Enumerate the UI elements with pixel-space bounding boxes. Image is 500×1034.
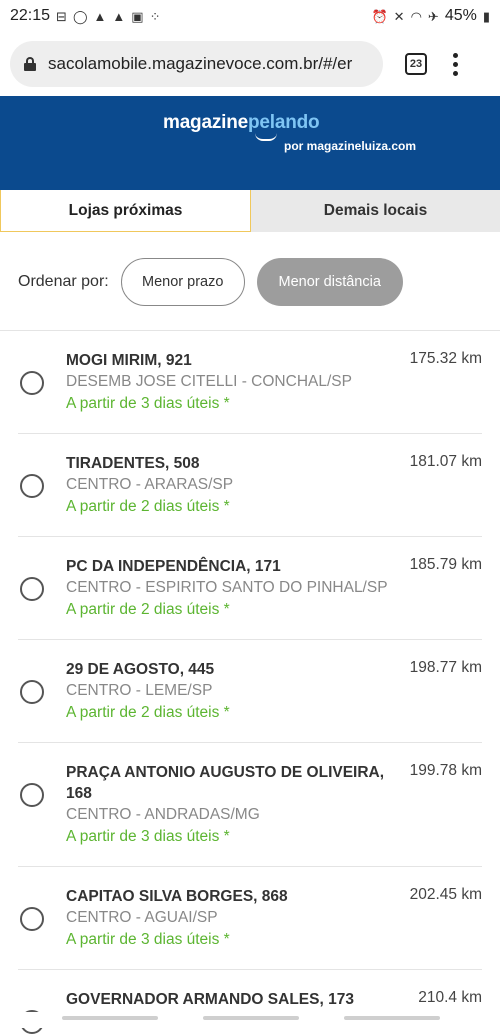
store-delivery: A partir de 3 dias úteis * bbox=[66, 931, 230, 948]
site-header: magazinepelando por magazineluiza.com bbox=[0, 96, 500, 190]
radio-button[interactable] bbox=[20, 783, 44, 807]
store-address: DESEMB JOSE CITELLI - CONCHAL/SP bbox=[66, 373, 352, 390]
radio-button[interactable] bbox=[20, 907, 44, 931]
alarm-icon: ⏰ bbox=[371, 8, 388, 24]
nav-handle-right bbox=[344, 1016, 440, 1020]
status-time: 22:15 bbox=[10, 7, 51, 24]
status-bar: 22:15 ⊟ ◯ ▲ ▲ ▣ ⁘ ⏰ ✕ ◠ ✈ 45% ▮ bbox=[0, 0, 500, 32]
store-name: CAPITAO SILVA BORGES, 868 bbox=[66, 888, 288, 905]
radio-button[interactable] bbox=[20, 680, 44, 704]
whatsapp-icon: ◯ bbox=[72, 8, 88, 24]
store-name: MOGI MIRIM, 921 bbox=[66, 352, 192, 369]
store-address: CENTRO - ANDRADAS/MG bbox=[66, 806, 260, 823]
store-distance: 198.77 km bbox=[409, 659, 482, 676]
list-item[interactable]: PRAÇA ANTONIO AUGUSTO DE OLIVEIRA, 168 C… bbox=[18, 743, 482, 867]
store-distance: 199.78 km bbox=[409, 762, 482, 779]
tab-lojas-proximas[interactable]: Lojas próximas bbox=[0, 190, 251, 232]
tab-switcher-button[interactable]: 23 bbox=[405, 53, 427, 75]
store-distance: 175.32 km bbox=[409, 350, 482, 367]
news-icon: ▣ bbox=[131, 8, 144, 24]
warning-icon: ▲ bbox=[93, 8, 107, 24]
store-address: CENTRO - AGUAI/SP bbox=[66, 909, 218, 926]
list-item[interactable]: PC DA INDEPENDÊNCIA, 171 CENTRO - ESPIRI… bbox=[18, 537, 482, 640]
battery-percent: 45% bbox=[444, 7, 477, 24]
store-distance: 210.4 km bbox=[418, 989, 482, 1006]
browser-toolbar: sacolamobile.magazinevoce.com.br/#/er 23 bbox=[0, 32, 500, 96]
store-distance: 181.07 km bbox=[409, 453, 482, 470]
battery-icon: ▮ bbox=[482, 8, 490, 24]
store-delivery: A partir de 2 dias úteis * bbox=[66, 601, 230, 618]
store-address: CENTRO - LEME/SP bbox=[66, 682, 213, 699]
store-delivery: A partir de 3 dias úteis * bbox=[66, 395, 230, 412]
radio-button[interactable] bbox=[20, 577, 44, 601]
store-address: CENTRO - ARARAS/SP bbox=[66, 476, 234, 493]
sort-menor-distancia-button[interactable]: Menor distância bbox=[256, 258, 403, 306]
nav-handle-left bbox=[62, 1016, 158, 1020]
store-distance: 202.45 km bbox=[409, 886, 482, 903]
list-item[interactable]: MOGI MIRIM, 921 DESEMB JOSE CITELLI - CO… bbox=[18, 331, 482, 434]
list-item[interactable]: 29 DE AGOSTO, 445 CENTRO - LEME/SP A par… bbox=[18, 640, 482, 743]
logo-smile-icon bbox=[255, 133, 277, 141]
tab-demais-locais[interactable]: Demais locais bbox=[251, 190, 500, 232]
store-delivery: A partir de 2 dias úteis * bbox=[66, 704, 230, 721]
store-name: PRAÇA ANTONIO AUGUSTO DE OLIVEIRA, 168 bbox=[66, 764, 385, 802]
store-distance: 185.79 km bbox=[409, 556, 482, 573]
logo-subtitle: por magazineluiza.com bbox=[284, 139, 417, 153]
list-item[interactable]: CAPITAO SILVA BORGES, 868 CENTRO - AGUAI… bbox=[18, 867, 482, 970]
location-tabs: Lojas próximas Demais locais bbox=[0, 190, 500, 232]
site-logo[interactable]: magazinepelando bbox=[163, 112, 320, 134]
radio-button[interactable] bbox=[20, 474, 44, 498]
sort-label: Ordenar por: bbox=[18, 273, 109, 290]
lock-icon bbox=[24, 57, 36, 71]
mute-icon: ✕ bbox=[393, 8, 405, 24]
warning-icon-2: ▲ bbox=[112, 8, 126, 24]
browser-menu-button[interactable] bbox=[453, 52, 458, 76]
store-delivery: A partir de 3 dias úteis * bbox=[66, 828, 230, 845]
url-text[interactable]: sacolamobile.magazinevoce.com.br/#/er bbox=[48, 54, 352, 74]
store-name: GOVERNADOR ARMANDO SALES, 173 bbox=[66, 991, 354, 1008]
apps-icon: ⁘ bbox=[149, 8, 161, 24]
store-address: CENTRO - ESPIRITO SANTO DO PINHAL/SP bbox=[66, 579, 388, 596]
radio-button[interactable] bbox=[20, 371, 44, 395]
wifi-icon: ◠ bbox=[410, 8, 422, 24]
store-name: TIRADENTES, 508 bbox=[66, 455, 200, 472]
gamepad-icon: ⊟ bbox=[56, 8, 67, 24]
airplane-icon: ✈ bbox=[427, 8, 439, 24]
store-list: MOGI MIRIM, 921 DESEMB JOSE CITELLI - CO… bbox=[0, 331, 500, 1034]
list-item[interactable]: TIRADENTES, 508 CENTRO - ARARAS/SP A par… bbox=[18, 434, 482, 537]
system-nav-bar bbox=[0, 1012, 500, 1028]
store-name: 29 DE AGOSTO, 445 bbox=[66, 661, 215, 678]
sort-controls: Ordenar por: Menor prazo Menor distância bbox=[18, 258, 415, 306]
address-bar[interactable]: sacolamobile.magazinevoce.com.br/#/er bbox=[10, 41, 383, 87]
nav-handle-center bbox=[203, 1016, 299, 1020]
sort-menor-prazo-button[interactable]: Menor prazo bbox=[120, 258, 245, 306]
store-name: PC DA INDEPENDÊNCIA, 171 bbox=[66, 558, 281, 575]
store-delivery: A partir de 2 dias úteis * bbox=[66, 498, 230, 515]
